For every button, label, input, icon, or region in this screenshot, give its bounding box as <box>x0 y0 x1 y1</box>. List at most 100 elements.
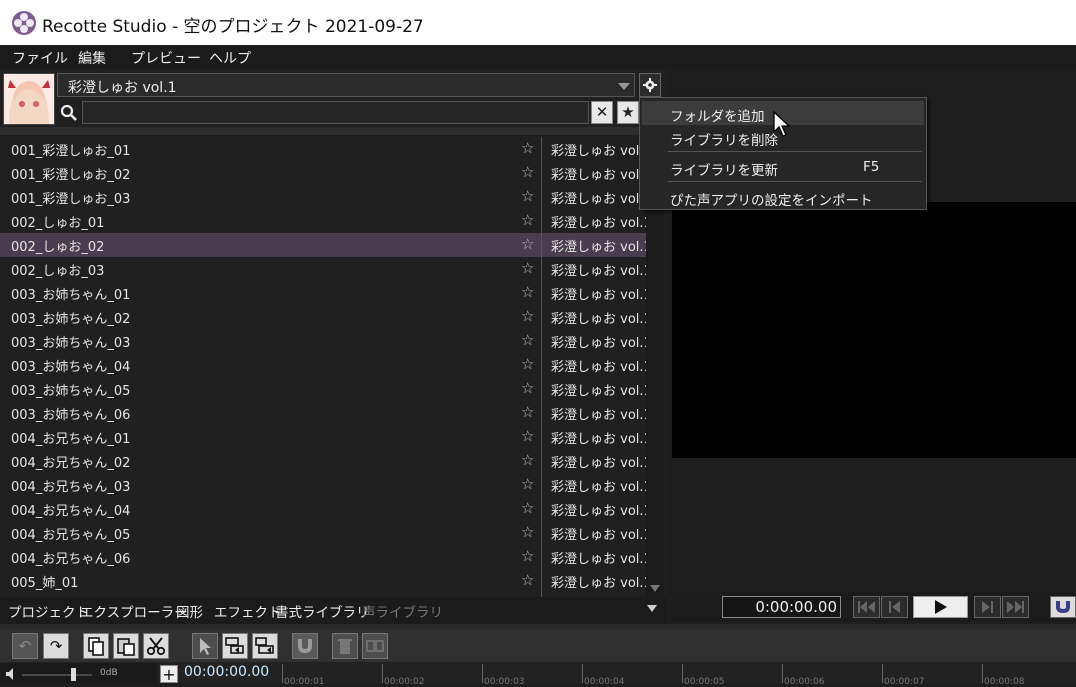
skip-to-start-button[interactable] <box>853 596 880 618</box>
star-outline-icon[interactable]: ☆ <box>521 547 534 565</box>
list-item-library: 彩澄しゅお vol.1 <box>551 288 646 303</box>
star-outline-icon[interactable]: ☆ <box>521 187 534 205</box>
skip-to-end-button[interactable] <box>1002 596 1029 618</box>
list-item-library: 彩澄しゅお vol.1 <box>551 408 646 423</box>
tab-shapes[interactable]: 図形 <box>176 601 203 621</box>
star-outline-icon[interactable]: ☆ <box>521 403 534 421</box>
list-item[interactable]: 001_彩澄しゅお_02 ☆ 彩澄しゅお vol.1 <box>0 161 646 185</box>
menu-item-refresh-library[interactable]: ライブラリを更新 F5 <box>642 155 924 179</box>
star-outline-icon[interactable]: ☆ <box>521 331 534 349</box>
star-outline-icon[interactable]: ☆ <box>521 211 534 229</box>
favorite-filter-button[interactable]: ★ <box>617 101 639 124</box>
split-icon <box>366 640 384 652</box>
list-item[interactable]: 003_お姉ちゃん_02 ☆ 彩澄しゅお vol.1 <box>0 305 646 329</box>
select-tool-button[interactable] <box>192 633 218 659</box>
insert-tool-button[interactable] <box>222 633 248 659</box>
list-item[interactable]: 004_お兄ちゃん_02 ☆ 彩澄しゅお vol.1 <box>0 449 646 473</box>
paste-button[interactable] <box>113 633 139 659</box>
list-item[interactable]: 004_お兄ちゃん_04 ☆ 彩澄しゅお vol.1 <box>0 497 646 521</box>
list-item[interactable]: 002_しゅお_02 ☆ 彩澄しゅお vol.1 <box>0 233 646 257</box>
star-outline-icon[interactable]: ☆ <box>521 379 534 397</box>
list-item-name: 003_お姉ちゃん_01 <box>11 288 131 303</box>
list-item[interactable]: 004_お兄ちゃん_03 ☆ 彩澄しゅお vol.1 <box>0 473 646 497</box>
redo-button[interactable]: ↷ <box>43 633 69 659</box>
search-input[interactable] <box>82 101 589 124</box>
list-item[interactable]: 003_お姉ちゃん_03 ☆ 彩澄しゅお vol.1 <box>0 329 646 353</box>
list-item[interactable]: 004_お兄ちゃん_01 ☆ 彩澄しゅお vol.1 <box>0 425 646 449</box>
list-item-library: 彩澄しゅお vol.1 <box>551 360 646 375</box>
star-outline-icon[interactable]: ☆ <box>521 523 534 541</box>
star-outline-icon[interactable]: ☆ <box>521 163 534 181</box>
star-outline-icon[interactable]: ☆ <box>521 355 534 373</box>
list-item-name: 004_お兄ちゃん_04 <box>11 504 131 519</box>
step-forward-button[interactable] <box>974 596 1001 618</box>
overwrite-tool-button[interactable] <box>252 633 278 659</box>
tab-explorer[interactable]: エクスプローラー <box>80 601 188 621</box>
add-track-button[interactable]: + <box>160 665 178 684</box>
star-outline-icon[interactable]: ☆ <box>521 139 534 157</box>
menu-item-import-settings[interactable]: ぴた声アプリの設定をインポート <box>642 185 924 209</box>
star-outline-icon[interactable]: ☆ <box>521 235 534 253</box>
star-outline-icon[interactable]: ☆ <box>521 475 534 493</box>
menu-bar: ファイル 編集 プレビュー ヘルプ <box>0 45 1076 69</box>
tab-effects[interactable]: エフェクト <box>214 601 282 621</box>
star-outline-icon[interactable]: ☆ <box>521 499 534 517</box>
timeline-snap-button[interactable] <box>292 633 318 659</box>
preview-timecode[interactable]: 0:00:00.00 <box>722 596 841 618</box>
cut-button[interactable] <box>143 633 169 659</box>
menu-edit[interactable]: 編集 <box>78 48 106 68</box>
star-outline-icon[interactable]: ☆ <box>521 571 534 589</box>
list-item[interactable]: 004_お兄ちゃん_06 ☆ 彩澄しゅお vol.1 <box>0 545 646 569</box>
tab-voice-library[interactable]: 声ライブラリ <box>362 601 443 621</box>
list-item[interactable]: 003_お姉ちゃん_06 ☆ 彩澄しゅお vol.1 <box>0 401 646 425</box>
list-item[interactable]: 001_彩澄しゅお_03 ☆ 彩澄しゅお vol.1 <box>0 185 646 209</box>
step-back-button[interactable] <box>881 596 908 618</box>
library-select[interactable]: 彩澄しゅお vol.1 <box>57 73 635 97</box>
list-item-name: 003_お姉ちゃん_06 <box>11 408 131 423</box>
search-icon <box>60 104 78 122</box>
list-item[interactable]: 004_お兄ちゃん_05 ☆ 彩澄しゅお vol.1 <box>0 521 646 545</box>
copy-button[interactable] <box>83 633 109 659</box>
preview-canvas[interactable] <box>672 202 1076 458</box>
magnet-icon <box>1056 601 1070 613</box>
window-title: Recotte Studio - 空のプロジェクト 2021-09-27 <box>42 17 424 37</box>
list-item[interactable]: 005_姉_01 ☆ 彩澄しゅお vol.1 <box>0 569 646 593</box>
list-item[interactable]: 003_お姉ちゃん_01 ☆ 彩澄しゅお vol.1 <box>0 281 646 305</box>
library-settings-button[interactable] <box>639 73 661 97</box>
star-outline-icon[interactable]: ☆ <box>521 307 534 325</box>
list-item-library: 彩澄しゅお vol.1 <box>551 144 646 159</box>
undo-button[interactable]: ↶ <box>12 633 38 659</box>
tab-format-library[interactable]: 書式ライブラリ <box>275 601 370 621</box>
volume-slider[interactable] <box>22 665 92 683</box>
scroll-down-icon[interactable] <box>650 585 660 592</box>
list-item-name: 002_しゅお_01 <box>11 216 105 231</box>
clear-search-button[interactable]: ✕ <box>591 101 613 124</box>
play-button[interactable] <box>913 596 968 618</box>
panel-tab-bar: プロジェクト エクスプローラー 図形 エフェクト 書式ライブラリ 声ライブラリ <box>0 597 666 624</box>
volume-control[interactable] <box>0 663 157 683</box>
star-outline-icon[interactable]: ☆ <box>521 451 534 469</box>
split-button[interactable] <box>362 633 388 659</box>
star-outline-icon[interactable]: ☆ <box>521 427 534 445</box>
list-item-library: 彩澄しゅお vol.1 <box>551 504 646 519</box>
step-back-icon <box>889 601 900 613</box>
ruler-tick <box>382 664 383 683</box>
menu-preview[interactable]: プレビュー <box>131 48 201 68</box>
menu-help[interactable]: ヘルプ <box>209 48 251 68</box>
list-item-name: 001_彩澄しゅお_02 <box>11 168 131 183</box>
list-item[interactable]: 002_しゅお_03 ☆ 彩澄しゅお vol.1 <box>0 257 646 281</box>
star-outline-icon[interactable]: ☆ <box>521 259 534 277</box>
list-item[interactable]: 001_彩澄しゅお_01 ☆ 彩澄しゅお vol.1 <box>0 137 646 161</box>
list-item[interactable]: 002_しゅお_01 ☆ 彩澄しゅお vol.1 <box>0 209 646 233</box>
delete-button[interactable] <box>332 633 358 659</box>
tab-project[interactable]: プロジェクト <box>8 601 89 621</box>
scissors-icon <box>146 637 166 656</box>
tabs-dropdown-icon[interactable] <box>647 605 657 612</box>
menu-file[interactable]: ファイル <box>12 48 68 68</box>
list-item-library: 彩澄しゅお vol.1 <box>551 552 646 567</box>
list-item[interactable]: 003_お姉ちゃん_05 ☆ 彩澄しゅお vol.1 <box>0 377 646 401</box>
ruler-tick <box>482 664 483 683</box>
list-item[interactable]: 003_お姉ちゃん_04 ☆ 彩澄しゅお vol.1 <box>0 353 646 377</box>
star-outline-icon[interactable]: ☆ <box>521 283 534 301</box>
snap-button[interactable] <box>1050 596 1076 618</box>
